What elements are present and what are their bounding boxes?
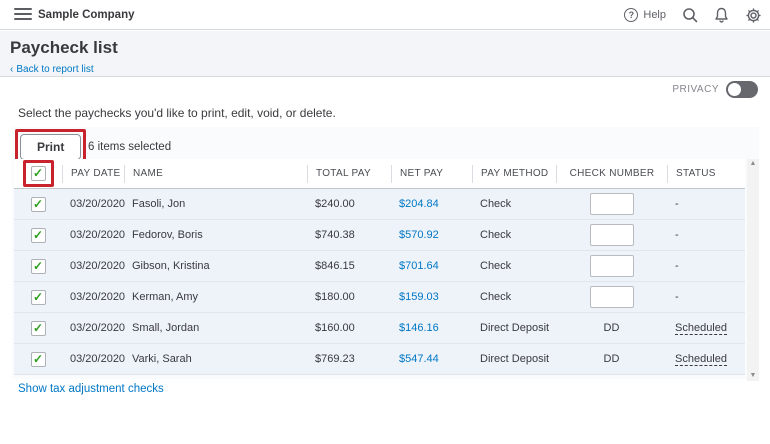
settings-gear-icon[interactable] xyxy=(745,7,762,24)
row-checkbox[interactable] xyxy=(31,197,46,212)
name-cell: Varki, Sarah xyxy=(124,353,307,365)
net-pay-cell[interactable]: $146.16 xyxy=(391,322,472,334)
name-cell: Gibson, Kristina xyxy=(124,260,307,272)
name-cell: Fasoli, Jon xyxy=(124,198,307,210)
name-cell: Kerman, Amy xyxy=(124,291,307,303)
print-button[interactable]: Print xyxy=(20,134,81,160)
col-header-pay-method[interactable]: PAY METHOD xyxy=(472,165,556,183)
privacy-toggle[interactable] xyxy=(726,81,758,98)
table-row: 03/20/2020 Varki, Sarah $769.23 $547.44 … xyxy=(14,344,745,375)
total-pay-cell: $740.38 xyxy=(307,229,391,241)
total-pay-cell: $180.00 xyxy=(307,291,391,303)
col-header-net-pay[interactable]: NET PAY xyxy=(391,165,472,183)
search-icon[interactable] xyxy=(682,7,698,23)
row-checkbox[interactable] xyxy=(31,259,46,274)
check-number-dd: DD xyxy=(604,353,620,365)
row-checkbox[interactable] xyxy=(31,352,46,367)
total-pay-cell: $769.23 xyxy=(307,353,391,365)
status-scheduled-link[interactable]: Scheduled xyxy=(675,322,727,334)
total-pay-cell: $846.15 xyxy=(307,260,391,272)
hamburger-menu-icon[interactable] xyxy=(14,8,32,22)
name-cell: Fedorov, Boris xyxy=(124,229,307,241)
col-header-total-pay[interactable]: TOTAL PAY xyxy=(307,165,391,183)
status-cell: - xyxy=(667,229,745,241)
total-pay-cell: $240.00 xyxy=(307,198,391,210)
check-number-input[interactable] xyxy=(590,255,634,277)
help-icon: ? xyxy=(624,8,638,22)
table-row: 03/20/2020 Fedorov, Boris $740.38 $570.9… xyxy=(14,220,745,251)
net-pay-cell[interactable]: $570.92 xyxy=(391,229,472,241)
table-row: 03/20/2020 Kerman, Amy $180.00 $159.03 C… xyxy=(14,282,745,313)
col-header-pay-date[interactable]: PAY DATE xyxy=(62,165,124,183)
check-number-input[interactable] xyxy=(590,286,634,308)
col-header-check-number[interactable]: CHECK NUMBER xyxy=(556,165,667,183)
paycheck-list-page: Sample Company ? Help Paycheck list ‹Bac… xyxy=(0,0,770,444)
pay-date-cell: 03/20/2020 xyxy=(62,260,124,272)
show-tax-adjustment-link[interactable]: Show tax adjustment checks xyxy=(18,383,164,395)
net-pay-cell[interactable]: $547.44 xyxy=(391,353,472,365)
pay-method-cell: Direct Deposit xyxy=(472,353,556,365)
notifications-bell-icon[interactable] xyxy=(714,7,729,23)
select-all-cell xyxy=(14,165,62,183)
pay-method-cell: Check xyxy=(472,198,556,210)
pay-method-cell: Direct Deposit xyxy=(472,322,556,334)
status-cell: - xyxy=(667,260,745,272)
status-scheduled-link[interactable]: Scheduled xyxy=(675,353,727,365)
toggle-knob xyxy=(728,83,741,96)
row-checkbox[interactable] xyxy=(31,228,46,243)
privacy-control: PRIVACY xyxy=(672,81,758,98)
page-title: Paycheck list xyxy=(10,38,118,58)
selected-count-text: 6 items selected xyxy=(88,141,171,153)
table-row: 03/20/2020 Gibson, Kristina $846.15 $701… xyxy=(14,251,745,282)
check-number-input[interactable] xyxy=(590,224,634,246)
net-pay-cell[interactable]: $159.03 xyxy=(391,291,472,303)
row-checkbox[interactable] xyxy=(31,290,46,305)
chevron-left-icon: ‹ xyxy=(10,64,13,75)
pay-date-cell: 03/20/2020 xyxy=(62,229,124,241)
net-pay-cell[interactable]: $204.84 xyxy=(391,198,472,210)
table-scrollbar[interactable]: ▲ ▼ xyxy=(747,159,759,381)
net-pay-cell[interactable]: $701.64 xyxy=(391,260,472,272)
status-cell: - xyxy=(667,291,745,303)
paycheck-panel: Print 6 items selected PAY DATE NAME TOT… xyxy=(12,127,759,379)
check-number-input[interactable] xyxy=(590,193,634,215)
pay-date-cell: 03/20/2020 xyxy=(62,291,124,303)
back-to-report-list-link[interactable]: ‹Back to report list xyxy=(10,64,94,75)
col-header-name[interactable]: NAME xyxy=(124,165,307,183)
page-header-band: Paycheck list ‹Back to report list xyxy=(0,31,770,77)
help-button[interactable]: ? Help xyxy=(624,8,666,22)
pay-method-cell: Check xyxy=(472,229,556,241)
pay-date-cell: 03/20/2020 xyxy=(62,322,124,334)
row-checkbox[interactable] xyxy=(31,321,46,336)
table-header-row: PAY DATE NAME TOTAL PAY NET PAY PAY METH… xyxy=(14,159,745,189)
total-pay-cell: $160.00 xyxy=(307,322,391,334)
privacy-label: PRIVACY xyxy=(672,84,719,95)
pay-date-cell: 03/20/2020 xyxy=(62,353,124,365)
pay-method-cell: Check xyxy=(472,260,556,272)
scroll-down-icon[interactable]: ▼ xyxy=(750,371,757,381)
help-label: Help xyxy=(643,9,666,21)
top-navbar: Sample Company ? Help xyxy=(0,0,770,30)
pay-date-cell: 03/20/2020 xyxy=(62,198,124,210)
table-row: 03/20/2020 Fasoli, Jon $240.00 $204.84 C… xyxy=(14,189,745,220)
status-cell: - xyxy=(667,198,745,210)
col-header-status[interactable]: STATUS xyxy=(667,165,745,183)
paycheck-table: PAY DATE NAME TOTAL PAY NET PAY PAY METH… xyxy=(14,159,745,375)
table-row: 03/20/2020 Small, Jordan $160.00 $146.16… xyxy=(14,313,745,344)
pay-method-cell: Check xyxy=(472,291,556,303)
company-name: Sample Company xyxy=(38,9,135,21)
instruction-text: Select the paychecks you'd like to print… xyxy=(18,106,336,120)
scroll-up-icon[interactable]: ▲ xyxy=(750,159,757,169)
name-cell: Small, Jordan xyxy=(124,322,307,334)
check-number-dd: DD xyxy=(604,322,620,334)
topbar-actions: ? Help xyxy=(624,0,762,30)
checkbox-annotation-box xyxy=(23,160,54,187)
select-all-checkbox[interactable] xyxy=(31,166,46,181)
